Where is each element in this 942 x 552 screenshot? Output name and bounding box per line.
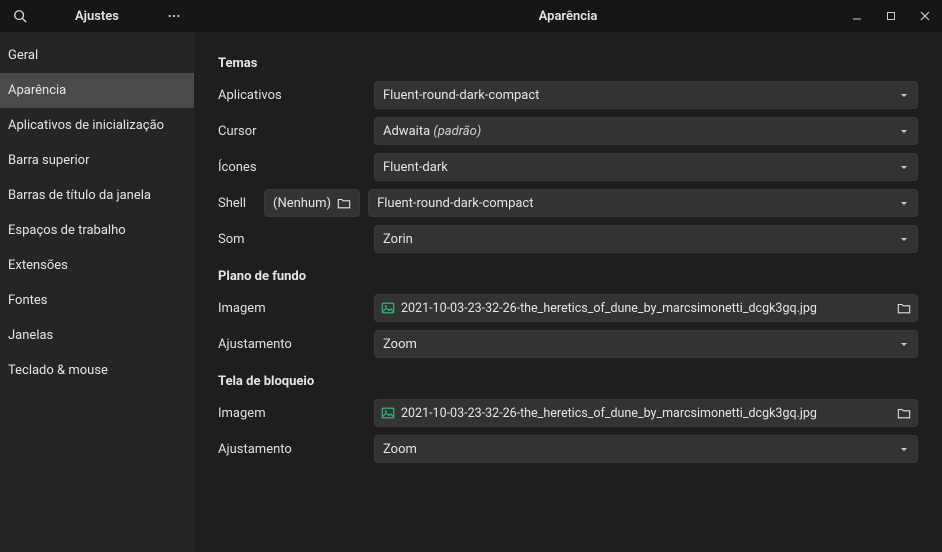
- chevron-down-icon: [899, 198, 909, 208]
- sidebar-item-label: Aparência: [8, 83, 66, 98]
- maximize-icon: [886, 11, 896, 21]
- label-icons: Ícones: [218, 160, 366, 175]
- row-lockscreen-image: Imagem 2021-10-03-23-32-26-the_heretics_…: [218, 399, 918, 427]
- row-icons: Ícones Fluent-dark: [218, 153, 918, 181]
- section-title-themes: Temas: [218, 56, 918, 71]
- folder-icon: [337, 196, 351, 210]
- sidebar-item[interactable]: Espaços de trabalho: [0, 213, 194, 248]
- content-area: Temas Aplicativos Fluent-round-dark-comp…: [194, 32, 942, 552]
- image-icon: [381, 301, 395, 315]
- sidebar-item-label: Extensões: [8, 258, 68, 273]
- label-lockscreen-fit: Ajustamento: [218, 442, 366, 457]
- combo-cursor[interactable]: Adwaita (padrão): [374, 117, 918, 145]
- chevron-down-icon: [899, 444, 909, 454]
- titlebar: Ajustes Aparência: [0, 0, 942, 32]
- sidebar-item[interactable]: Janelas: [0, 318, 194, 353]
- combo-background-fit[interactable]: Zoom: [374, 330, 918, 358]
- sidebar-item-label: Barra superior: [8, 153, 89, 168]
- sidebar: Geral Aparência Aplicativos de inicializaç…: [0, 32, 194, 552]
- shell-file-button[interactable]: (Nenhum): [264, 189, 360, 217]
- sidebar-item[interactable]: Aparência: [0, 73, 194, 108]
- folder-icon: [897, 406, 911, 420]
- window-maximize-button[interactable]: [874, 0, 908, 32]
- combo-background-fit-value: Zoom: [383, 337, 899, 352]
- window-controls: [840, 0, 942, 32]
- file-picker-lockscreen[interactable]: 2021-10-03-23-32-26-the_heretics_of_dune…: [374, 399, 918, 427]
- row-cursor: Cursor Adwaita (padrão): [218, 117, 918, 145]
- label-shell: Shell: [218, 196, 256, 211]
- minimize-icon: [852, 11, 862, 21]
- label-lockscreen-image: Imagem: [218, 406, 366, 421]
- sidebar-item-label: Espaços de trabalho: [8, 223, 126, 238]
- combo-icons-value: Fluent-dark: [383, 160, 899, 175]
- search-button[interactable]: [8, 4, 32, 28]
- section-title-lockscreen: Tela de bloqueio: [218, 374, 918, 389]
- shell-file-label: (Nenhum): [273, 196, 331, 211]
- combo-apps[interactable]: Fluent-round-dark-compact: [374, 81, 918, 109]
- row-shell: Shell (Nenhum) Fluent-round-dark-compact: [218, 189, 918, 217]
- combo-shell-value: Fluent-round-dark-compact: [377, 196, 899, 211]
- label-cursor: Cursor: [218, 124, 366, 139]
- page-title: Aparência: [194, 9, 942, 24]
- chevron-down-icon: [899, 90, 909, 100]
- more-button[interactable]: [162, 4, 186, 28]
- combo-lockscreen-fit-value: Zoom: [383, 442, 899, 457]
- chevron-down-icon: [899, 126, 909, 136]
- image-icon: [381, 406, 395, 420]
- titlebar-right: Aparência: [194, 0, 942, 32]
- section-title-background: Plano de fundo: [218, 269, 918, 284]
- row-background-image: Imagem 2021-10-03-23-32-26-the_heretics_…: [218, 294, 918, 322]
- label-background-fit: Ajustamento: [218, 337, 366, 352]
- sidebar-item[interactable]: Teclado & mouse: [0, 353, 194, 388]
- row-apps: Aplicativos Fluent-round-dark-compact: [218, 81, 918, 109]
- row-background-fit: Ajustamento Zoom: [218, 330, 918, 358]
- row-sound: Som Zorin: [218, 225, 918, 253]
- sidebar-item[interactable]: Barras de título da janela: [0, 178, 194, 213]
- combo-shell[interactable]: Fluent-round-dark-compact: [368, 189, 918, 217]
- sidebar-item[interactable]: Barra superior: [0, 143, 194, 178]
- combo-sound-value: Zorin: [383, 232, 899, 247]
- label-background-image: Imagem: [218, 301, 366, 316]
- more-horizontal-icon: [167, 9, 181, 23]
- sidebar-item[interactable]: Aplicativos de inicialização: [0, 108, 194, 143]
- window-minimize-button[interactable]: [840, 0, 874, 32]
- close-icon: [920, 11, 930, 21]
- sidebar-item-label: Teclado & mouse: [8, 363, 108, 378]
- sidebar-item-label: Barras de título da janela: [8, 188, 151, 203]
- sidebar-item[interactable]: Extensões: [0, 248, 194, 283]
- label-sound: Som: [218, 232, 366, 247]
- combo-cursor-value: Adwaita (padrão): [383, 124, 899, 139]
- folder-icon: [897, 301, 911, 315]
- app-title: Ajustes: [40, 9, 154, 24]
- sidebar-item[interactable]: Geral: [0, 38, 194, 73]
- chevron-down-icon: [899, 339, 909, 349]
- search-icon: [13, 9, 27, 23]
- sidebar-item-label: Aplicativos de inicialização: [8, 118, 164, 133]
- sidebar-item-label: Janelas: [8, 328, 53, 343]
- sidebar-item[interactable]: Fontes: [0, 283, 194, 318]
- chevron-down-icon: [899, 162, 909, 172]
- file-picker-background[interactable]: 2021-10-03-23-32-26-the_heretics_of_dune…: [374, 294, 918, 322]
- combo-sound[interactable]: Zorin: [374, 225, 918, 253]
- file-name-lockscreen: 2021-10-03-23-32-26-the_heretics_of_dune…: [401, 406, 891, 421]
- window-close-button[interactable]: [908, 0, 942, 32]
- titlebar-left: Ajustes: [0, 0, 194, 32]
- label-apps: Aplicativos: [218, 88, 366, 103]
- combo-apps-value: Fluent-round-dark-compact: [383, 88, 899, 103]
- sidebar-item-label: Geral: [8, 48, 38, 63]
- file-name-background: 2021-10-03-23-32-26-the_heretics_of_dune…: [401, 301, 891, 316]
- combo-icons[interactable]: Fluent-dark: [374, 153, 918, 181]
- sidebar-item-label: Fontes: [8, 293, 48, 308]
- combo-lockscreen-fit[interactable]: Zoom: [374, 435, 918, 463]
- chevron-down-icon: [899, 234, 909, 244]
- row-lockscreen-fit: Ajustamento Zoom: [218, 435, 918, 463]
